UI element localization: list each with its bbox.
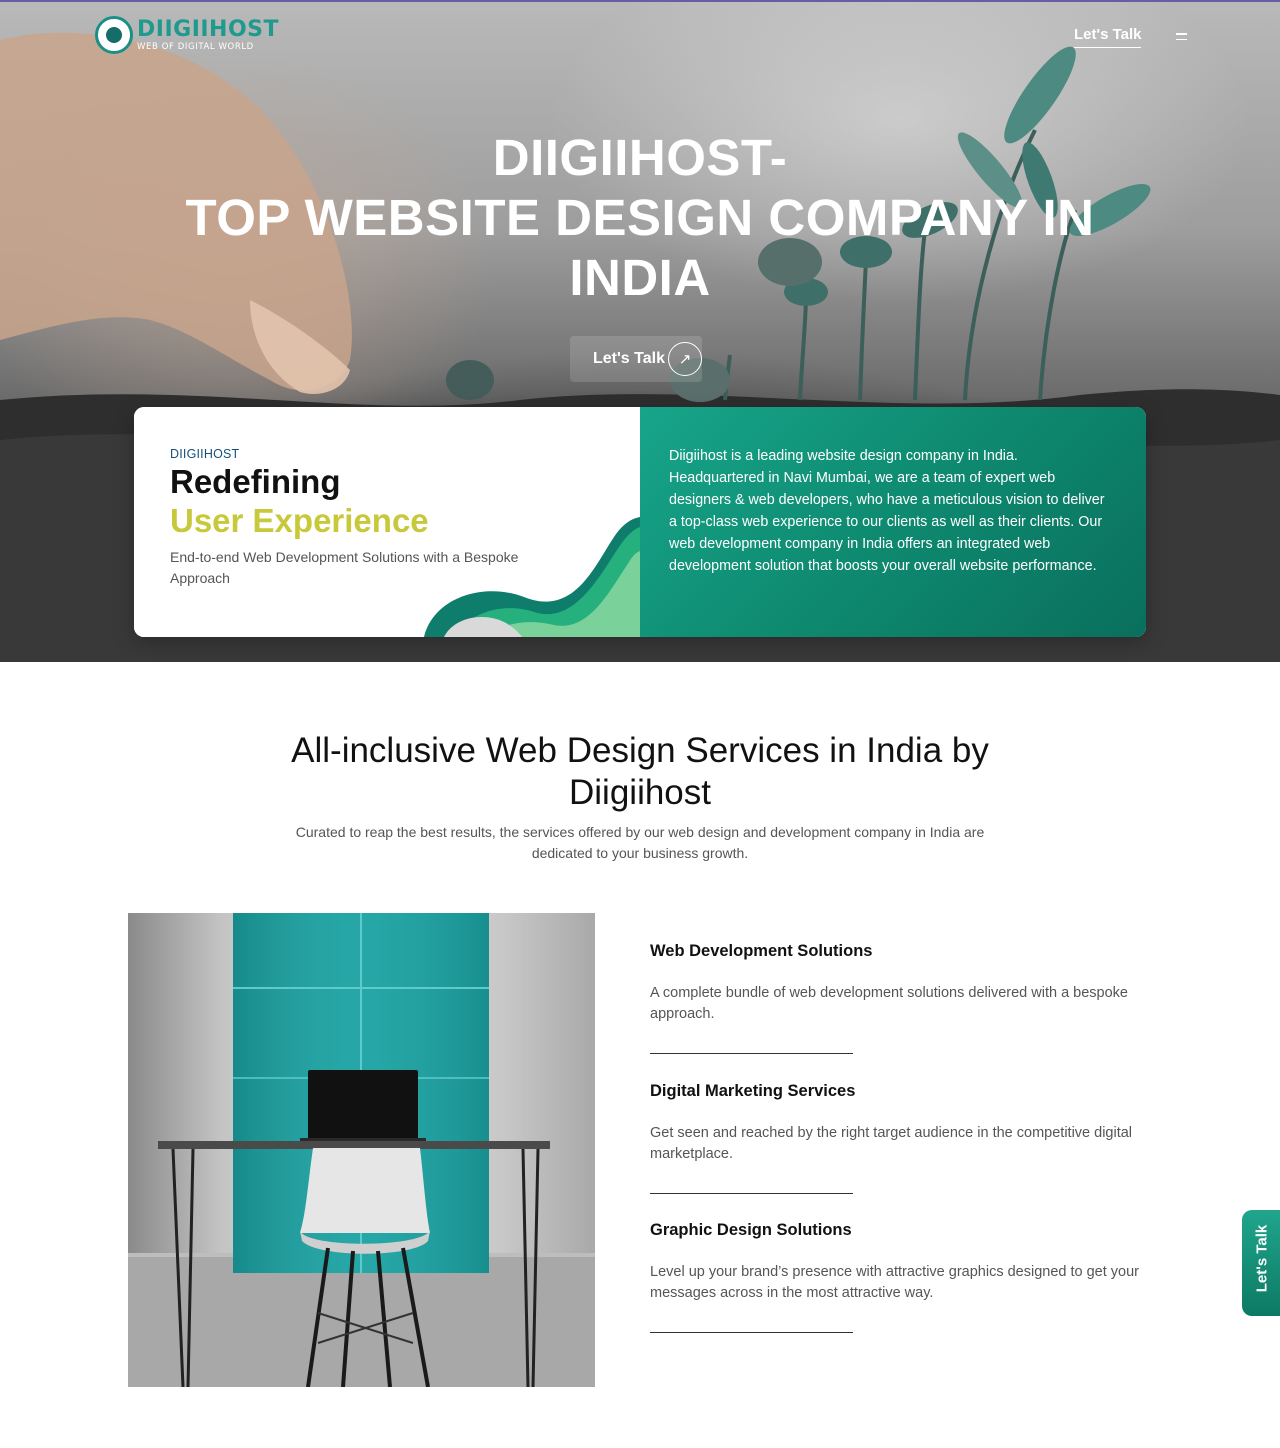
card-description: Diigiihost is a leading website design c…: [669, 448, 1105, 574]
divider: [650, 1332, 853, 1333]
service-item-digital-marketing[interactable]: Digital Marketing Services Get seen and …: [650, 1082, 1170, 1194]
hero-title-line-3: INDIA: [569, 249, 711, 306]
service-item-desc: A complete bundle of web development sol…: [650, 985, 1128, 1022]
logo-text: DIIGIIHOST WEB OF DIGITAL WORLD: [137, 16, 280, 52]
hero-lets-talk-button[interactable]: Let's Talk ↗: [570, 336, 702, 382]
services-title: All-inclusive Web Design Services in Ind…: [291, 731, 989, 812]
hero-title-line-1: DIIGIIHOST-: [492, 129, 788, 186]
arrow-up-right-icon: ↗: [668, 342, 702, 376]
decorative-wave-graphic: [424, 517, 640, 637]
nav-lets-talk-link[interactable]: Let's Talk: [1074, 26, 1142, 48]
office-desk-image: [128, 913, 595, 1387]
side-tab-label: Let's Talk: [1253, 1224, 1271, 1293]
divider: [650, 1193, 853, 1194]
intro-card: DIIGIIHOST Redefining User Experience En…: [134, 407, 1146, 637]
service-item-title: Web Development Solutions: [650, 942, 873, 960]
service-item-title: Graphic Design Solutions: [650, 1221, 852, 1239]
service-item-desc: Level up your brand’s presence with attr…: [650, 1264, 1139, 1301]
service-item-desc: Get seen and reached by the right target…: [650, 1125, 1133, 1162]
service-item-title: Digital Marketing Services: [650, 1082, 856, 1100]
card-heading-line-2: User Experience: [170, 502, 429, 539]
spider-logo-icon: [95, 16, 133, 54]
hero-section: DIIGIIHOST WEB OF DIGITAL WORLD Let's Ta…: [0, 0, 1280, 662]
logo-tagline: WEB OF DIGITAL WORLD: [137, 41, 254, 52]
service-item-graphic-design[interactable]: Graphic Design Solutions Level up your b…: [650, 1221, 1170, 1333]
card-kicker: DIIGIIHOST: [170, 447, 240, 461]
site-logo[interactable]: DIIGIIHOST WEB OF DIGITAL WORLD: [95, 16, 279, 54]
intro-card-left: DIIGIIHOST Redefining User Experience En…: [134, 407, 640, 637]
services-subtitle: Curated to reap the best results, the se…: [295, 824, 985, 861]
card-heading-line-1: Redefining: [170, 463, 341, 500]
hero-title-line-2: TOP WEBSITE DESIGN COMPANY IN: [185, 189, 1095, 246]
hamburger-menu-icon[interactable]: [1176, 33, 1187, 42]
side-lets-talk-tab[interactable]: Let's Talk: [1242, 1210, 1280, 1316]
office-illustration: [128, 913, 595, 1387]
divider: [650, 1053, 853, 1054]
service-item-web-development[interactable]: Web Development Solutions A complete bun…: [650, 942, 1170, 1054]
top-accent-line: [0, 0, 1280, 2]
hero-title: DIIGIIHOST- TOP WEBSITE DESIGN COMPANY I…: [0, 128, 1280, 308]
logo-name: DIIGIIHOST: [137, 16, 280, 42]
intro-card-right: Diigiihost is a leading website design c…: [640, 407, 1146, 637]
hero-button-label: Let's Talk: [593, 350, 665, 367]
